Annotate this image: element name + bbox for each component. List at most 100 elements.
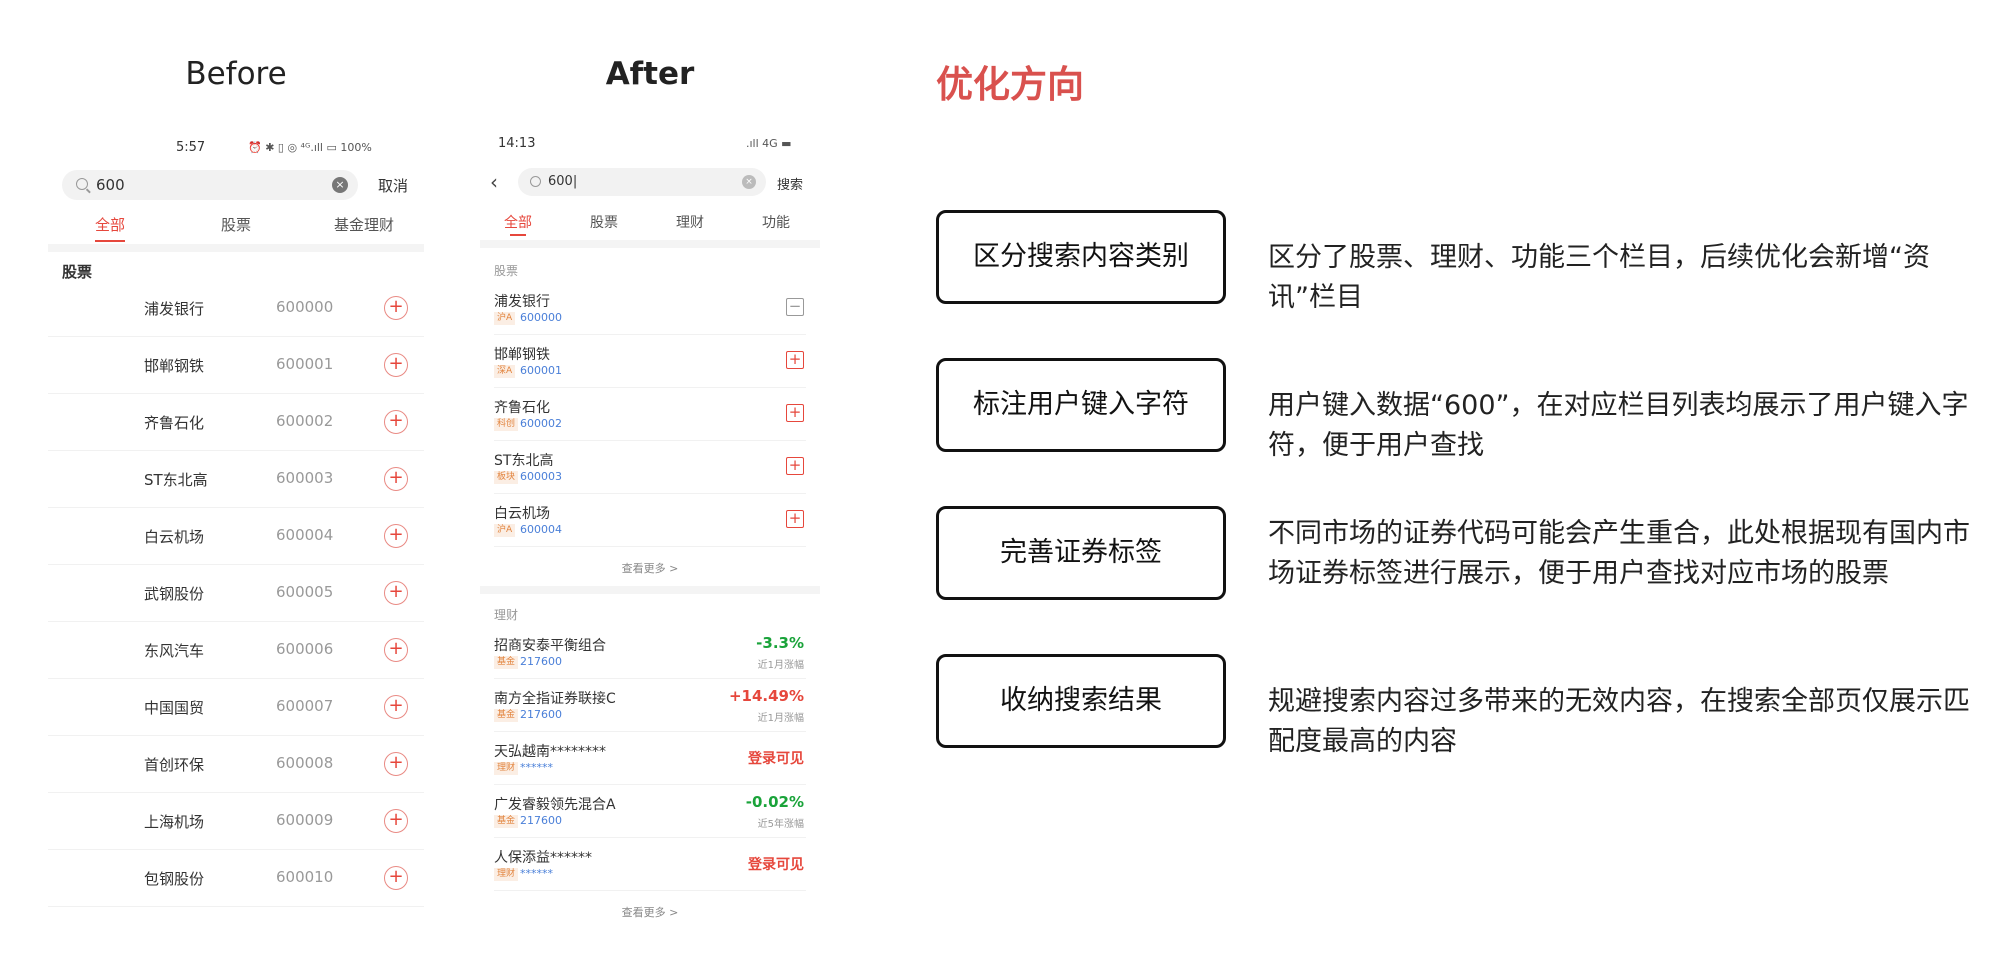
list-item[interactable]: ST东北高 600003 + — [48, 451, 424, 508]
cancel-button[interactable]: 取消 — [378, 175, 408, 196]
optimization-desc-1: 区分了股票、理财、功能三个栏目，后续优化会新增“资讯”栏目 — [1268, 242, 1930, 313]
market-tag: 深A — [494, 365, 516, 378]
tab-all[interactable]: 全部 — [95, 214, 125, 235]
stock-name: 白云机场 — [144, 528, 205, 546]
add-icon[interactable]: + — [786, 404, 804, 422]
market-tag: 沪A — [494, 312, 516, 325]
active-tab-indicator — [510, 234, 526, 236]
list-item[interactable]: 广发睿毅领先混合A 基金 217600 -0.02% 近5年涨幅 — [494, 785, 806, 838]
list-item[interactable]: 邯郸钢铁 600001 + — [48, 337, 424, 394]
list-item[interactable]: 首创环保 600008 + — [48, 736, 424, 793]
tab-wealth[interactable]: 理财 — [676, 212, 704, 232]
list-item[interactable]: 白云机场 沪A 600004 + — [494, 494, 806, 547]
add-icon[interactable]: + — [384, 581, 408, 605]
section-title: 股票 — [62, 263, 93, 281]
list-item[interactable]: 南方全指证券联接C 基金 217600 +14.49% 近1月涨幅 — [494, 679, 806, 732]
tab-stocks[interactable]: 股票 — [221, 214, 251, 235]
list-item[interactable]: 东风汽车 600006 + — [48, 622, 424, 679]
add-icon[interactable]: + — [384, 809, 408, 833]
status-icons: ⏰ ✱ ▯ ◎ ⁴ᴳ.ıll ▭ 100% — [248, 141, 372, 154]
market-tag: 板块 — [494, 471, 519, 484]
list-item[interactable]: 招商安泰平衡组合 基金 217600 -3.3% 近1月涨幅 — [494, 626, 806, 679]
view-more-link[interactable]: 查看更多 > — [480, 560, 820, 576]
search-button[interactable]: 搜索 — [777, 174, 803, 193]
clear-icon[interactable]: × — [332, 177, 348, 193]
after-heading: After — [605, 56, 695, 92]
add-icon[interactable]: + — [786, 351, 804, 369]
stock-code: 600006 — [276, 640, 334, 658]
divider — [480, 586, 820, 594]
add-icon[interactable]: + — [384, 695, 408, 719]
list-item[interactable]: ST东北高 板块 600003 + — [494, 441, 806, 494]
fund-code: 217600 — [520, 708, 562, 721]
stock-name: 邯郸钢铁 — [144, 357, 205, 375]
optimization-heading: 优化方向 — [936, 63, 1084, 106]
fund-code: ****** — [520, 761, 553, 774]
return-period: 近5年涨幅 — [757, 819, 804, 830]
list-item[interactable]: 邯郸钢铁 深A 600001 + — [494, 335, 806, 388]
add-icon[interactable]: + — [384, 296, 408, 320]
stock-name: 上海机场 — [144, 813, 205, 831]
add-icon[interactable]: + — [384, 524, 408, 548]
status-icons: .ıll 4G ▬ — [746, 137, 792, 150]
stock-name: 邯郸钢铁 — [494, 347, 550, 363]
return-period: 近1月涨幅 — [757, 660, 804, 671]
list-item[interactable]: 包钢股份 600010 + — [48, 850, 424, 907]
stock-code: 600003 — [520, 470, 562, 483]
market-tag: 基金 — [494, 709, 519, 722]
login-to-view[interactable]: 登录可见 — [748, 748, 804, 768]
search-input[interactable]: 600| × — [518, 168, 766, 196]
before-heading: Before — [185, 56, 287, 92]
tab-funds[interactable]: 基金理财 — [334, 214, 394, 235]
add-icon[interactable]: + — [384, 353, 408, 377]
add-icon[interactable]: + — [384, 467, 408, 491]
list-item[interactable]: 人保添益****** 理财 ****** 登录可见 — [494, 838, 806, 891]
list-item[interactable]: 齐鲁石化 600002 + — [48, 394, 424, 451]
before-screen: 5:57 ⏰ ✱ ▯ ◎ ⁴ᴳ.ıll ▭ 100% 600 × 取消 全部 股… — [48, 128, 424, 930]
stock-code: 600000 — [276, 298, 334, 316]
stock-name: 白云机场 — [494, 506, 550, 522]
back-icon[interactable]: ‹ — [490, 170, 498, 194]
market-tag: 理财 — [494, 762, 519, 775]
search-input[interactable]: 600 × — [62, 170, 358, 200]
stock-code: 600007 — [276, 697, 334, 715]
tab-stocks[interactable]: 股票 — [590, 212, 618, 232]
list-item[interactable]: 中国国贸 600007 + — [48, 679, 424, 736]
tab-all[interactable]: 全部 — [504, 212, 532, 232]
stock-code: 600010 — [276, 868, 334, 886]
add-icon[interactable]: + — [384, 638, 408, 662]
add-icon[interactable]: + — [384, 410, 408, 434]
stock-name: 齐鲁石化 — [144, 414, 205, 432]
search-value: 600| — [548, 174, 578, 189]
add-icon[interactable]: + — [786, 457, 804, 475]
list-item[interactable]: 齐鲁石化 科创 600002 + — [494, 388, 806, 441]
stock-code: 600004 — [276, 526, 334, 544]
section-title: 理财 — [494, 608, 519, 622]
list-item[interactable]: 白云机场 600004 + — [48, 508, 424, 565]
fund-return: +14.49% — [728, 687, 804, 705]
list-item[interactable]: 天弘越南******** 理财 ****** 登录可见 — [494, 732, 806, 785]
stock-name: 武钢股份 — [144, 585, 205, 603]
add-icon[interactable]: + — [384, 866, 408, 890]
list-item[interactable]: 武钢股份 600005 + — [48, 565, 424, 622]
add-icon[interactable]: + — [384, 752, 408, 776]
optimization-title-3: 完善证券标签 — [936, 506, 1226, 600]
remove-icon[interactable]: − — [786, 298, 804, 316]
stock-code: 600002 — [520, 417, 562, 430]
stock-name: 中国国贸 — [144, 699, 205, 717]
clear-icon[interactable]: × — [742, 175, 756, 189]
view-more-link[interactable]: 查看更多 > — [480, 904, 820, 920]
search-icon — [76, 178, 88, 190]
stock-code: 600005 — [276, 583, 334, 601]
stock-code: 600002 — [276, 412, 334, 430]
add-icon[interactable]: + — [786, 510, 804, 528]
fund-code: ****** — [520, 867, 553, 880]
tab-functions[interactable]: 功能 — [762, 212, 790, 232]
fund-code: 217600 — [520, 655, 562, 668]
list-item[interactable]: 浦发银行 沪A 600000 − — [494, 282, 806, 335]
list-item[interactable]: 浦发银行 600000 + — [48, 280, 424, 337]
list-item[interactable]: 上海机场 600009 + — [48, 793, 424, 850]
optimization-desc-3: 不同市场的证券代码可能会产生重合，此处根据现有国内市场证券标签进行展示，便于用户… — [1268, 518, 1970, 589]
return-period: 近1月涨幅 — [757, 713, 804, 724]
login-to-view[interactable]: 登录可见 — [748, 854, 804, 874]
